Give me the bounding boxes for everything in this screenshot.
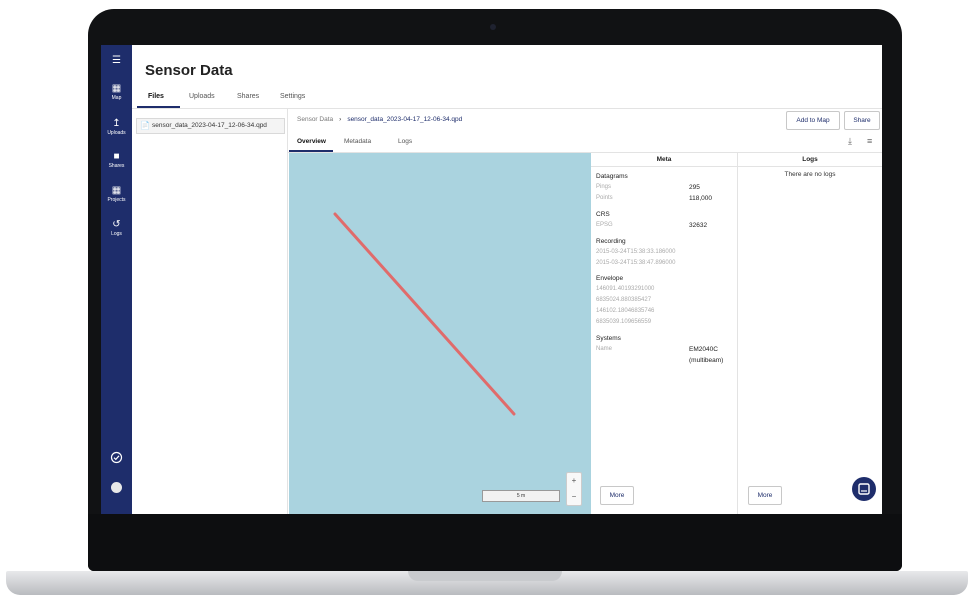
sidebar-item-uploads[interactable]: ↥ Uploads — [101, 118, 132, 137]
download-icon[interactable]: ⤓ — [848, 136, 852, 147]
system-name-value: EM2040C — [689, 346, 718, 353]
scale-bar: 5 m — [482, 490, 560, 502]
meta-panel: Meta Datagrams Pings 295 Points 118,000 … — [591, 153, 738, 514]
tab-uploads[interactable]: Uploads — [189, 93, 215, 100]
system-name-key: Name — [596, 346, 613, 352]
file-list: 📄 sensor_data_2023-04-17_12-06-34.qpd — [132, 109, 288, 514]
sidebar-item-label: Projects — [107, 197, 126, 203]
crs-heading: CRS — [596, 211, 610, 218]
zoom-control: + − — [566, 472, 582, 506]
sidebar: ☰ ▦ Map ↥ Uploads ■ Shares ▦ Projects ↺ … — [101, 45, 132, 514]
avatar-icon[interactable] — [110, 481, 123, 494]
breadcrumb-root[interactable]: Sensor Data — [297, 116, 333, 123]
hamburger-menu-icon: ☰ — [112, 55, 121, 66]
sidebar-item-label: Map — [111, 95, 122, 101]
menu-button[interactable]: ☰ — [101, 55, 132, 67]
pings-key: Pings — [596, 184, 612, 190]
sidebar-item-logs[interactable]: ↺ Logs — [101, 219, 132, 238]
recording-start: 2015-03-24T15:38:33.186000 — [596, 249, 676, 255]
chevron-right-icon: › — [339, 116, 342, 123]
folder-icon: ■ — [113, 151, 120, 162]
recording-end: 2015-03-24T15:38:47.896000 — [596, 260, 676, 266]
datagrams-heading: Datagrams — [596, 173, 628, 180]
file-list-item[interactable]: 📄 sensor_data_2023-04-17_12-06-34.qpd — [136, 118, 285, 134]
tab-logs[interactable]: Logs — [398, 138, 412, 145]
chat-icon — [858, 483, 870, 495]
pings-value: 295 — [689, 184, 700, 191]
tab-shares[interactable]: Shares — [237, 93, 259, 100]
logs-title: Logs — [738, 153, 882, 167]
sidebar-item-label: Uploads — [107, 130, 126, 136]
systems-heading: Systems — [596, 335, 621, 342]
sidebar-item-map[interactable]: ▦ Map — [101, 83, 132, 102]
sidebar-item-label: Logs — [111, 231, 122, 237]
app-screen: ☰ ▦ Map ↥ Uploads ■ Shares ▦ Projects ↺ … — [101, 45, 882, 514]
tab-metadata[interactable]: Metadata — [344, 138, 371, 145]
epsg-key: EPSG — [596, 222, 613, 228]
points-key: Points — [596, 195, 613, 201]
collapse-panel-icon[interactable]: ≡ — [867, 136, 872, 146]
sidebar-item-label: Shares — [108, 163, 125, 169]
tab-overview[interactable]: Overview — [297, 138, 326, 145]
sidebar-item-projects[interactable]: ▦ Projects — [101, 185, 132, 204]
zoom-out-button[interactable]: − — [567, 489, 581, 505]
webcam — [490, 24, 496, 30]
page-title: Sensor Data — [145, 62, 233, 79]
add-to-map-button[interactable]: Add to Map — [786, 111, 840, 130]
envelope-value: 6835039.109656559 — [596, 319, 652, 325]
system-name-value: (multibeam) — [689, 357, 724, 364]
map-icon: ▦ — [111, 83, 122, 94]
sidebar-item-shares[interactable]: ■ Shares — [101, 151, 132, 170]
envelope-value: 146091.40193291000 — [596, 286, 655, 292]
meta-title: Meta — [591, 153, 737, 167]
breadcrumb: Sensor Data › sensor_data_2023-04-17_12-06… — [297, 116, 462, 123]
zoom-in-button[interactable]: + — [567, 473, 581, 489]
meta-more-button[interactable]: More — [600, 486, 634, 505]
check-circle-icon[interactable] — [110, 451, 123, 464]
share-button[interactable]: Share — [844, 111, 880, 130]
logs-empty-message: There are no logs — [784, 171, 836, 178]
breadcrumb-current: sensor_data_2023-04-17_12-06-34.qpd — [347, 116, 463, 123]
logs-more-button[interactable]: More — [748, 486, 782, 505]
survey-track — [333, 212, 516, 416]
points-value: 118,000 — [689, 195, 713, 202]
envelope-heading: Envelope — [596, 275, 624, 282]
grid-icon: ▦ — [111, 185, 122, 196]
envelope-value: 146102.18046835746 — [596, 308, 655, 314]
laptop-notch — [408, 571, 562, 581]
logs-panel: Logs There are no logs More — [738, 153, 882, 514]
history-icon: ↺ — [112, 219, 121, 230]
recording-heading: Recording — [596, 238, 626, 245]
file-icon: 📄 — [140, 121, 150, 130]
track-line — [333, 212, 516, 416]
tab-settings[interactable]: Settings — [280, 93, 305, 100]
file-name: sensor_data_2023-04-17_12-06-34.qpd — [152, 122, 267, 129]
epsg-value: 32632 — [689, 222, 708, 229]
chat-button[interactable] — [852, 477, 876, 501]
map-view[interactable]: 5 m + − — [289, 153, 591, 514]
laptop-bezel-bottom — [88, 514, 902, 571]
tab-files[interactable]: Files — [148, 93, 164, 100]
upload-icon: ↥ — [112, 118, 121, 129]
envelope-value: 6835024.880385427 — [596, 297, 652, 303]
